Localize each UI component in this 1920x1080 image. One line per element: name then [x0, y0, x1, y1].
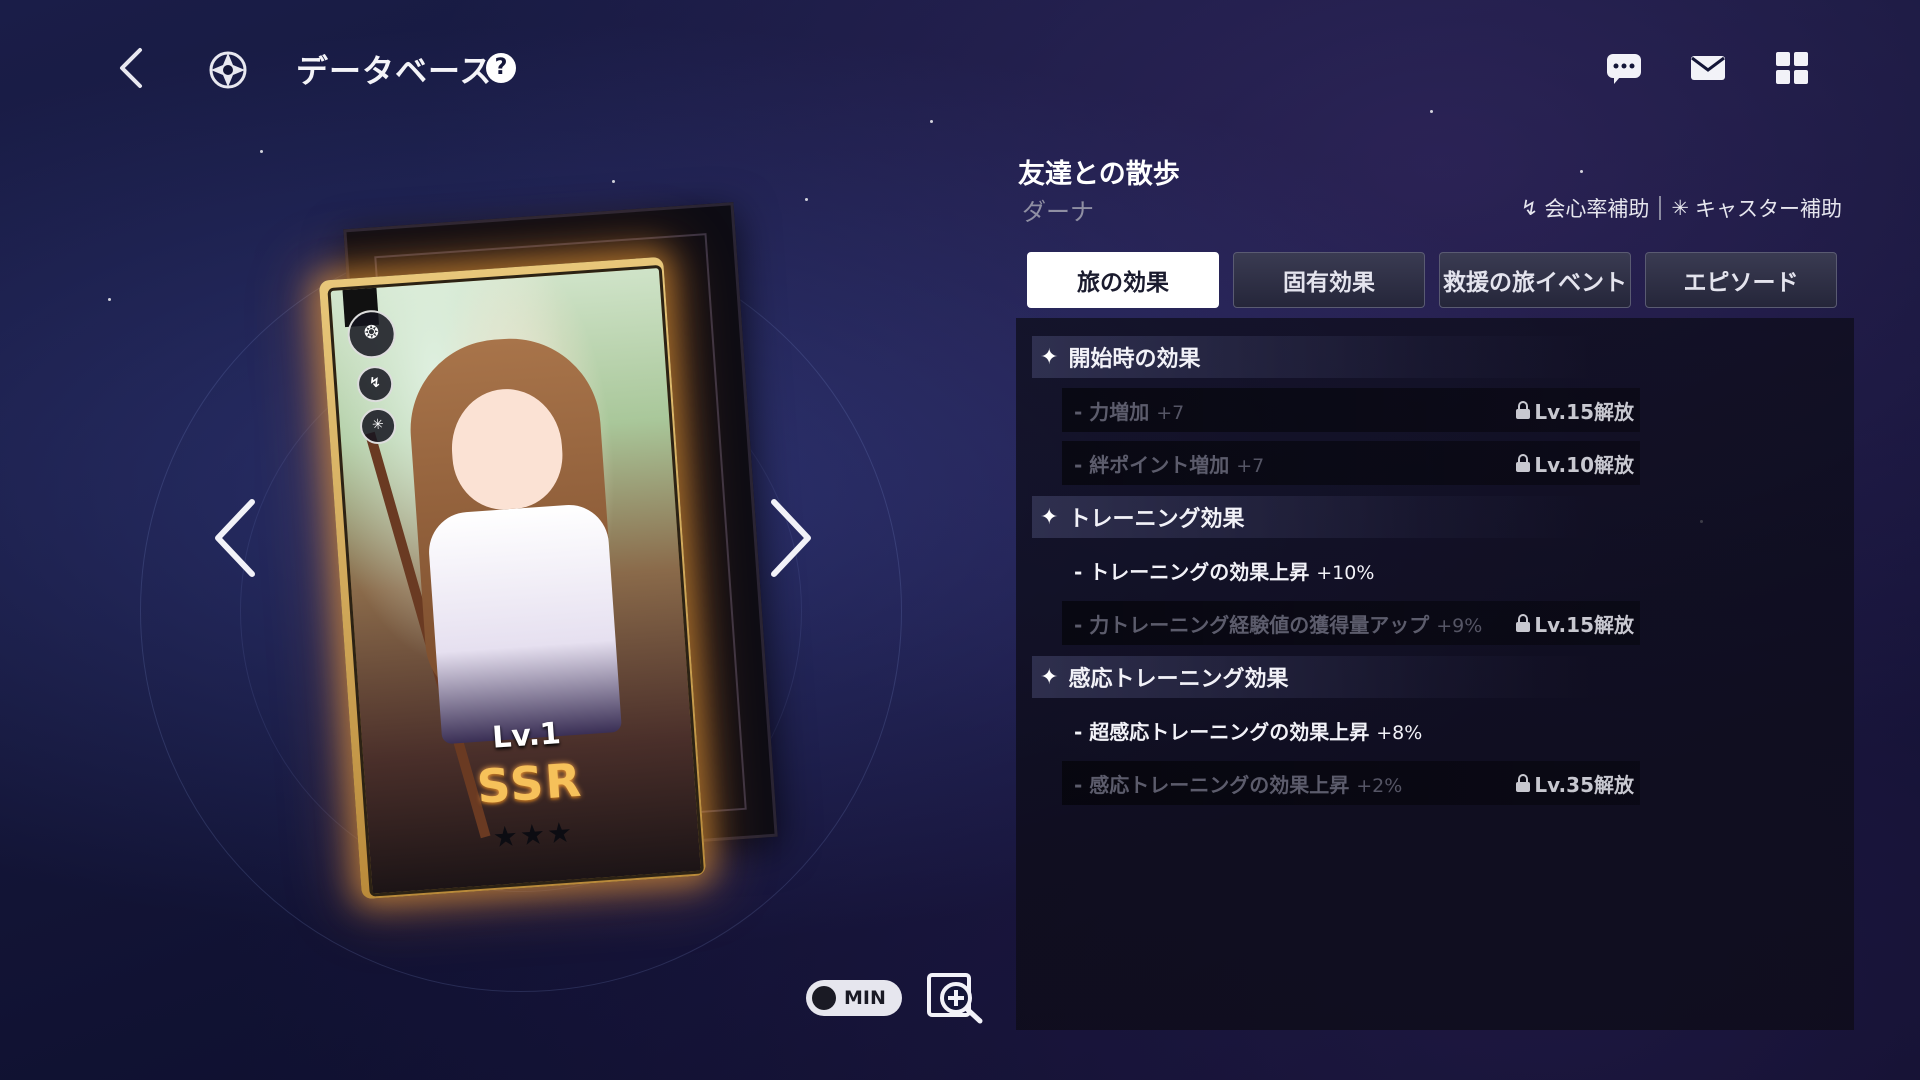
section-header: ✦ 開始時の効果 [1032, 336, 1592, 378]
character-name: ダーナ [1022, 198, 1094, 226]
effect-row: - 力増加 +7 Lv.15解放 [1062, 388, 1640, 432]
crit-rate-icon: ↯ [1520, 196, 1539, 220]
caster-icon: ✳ [1671, 196, 1689, 220]
card-tags: ↯ 会心率補助 ✳ キャスター補助 [1521, 193, 1842, 223]
attribute-emblem-icon: ❂ [346, 308, 398, 360]
crit-rate-icon: ↯ [355, 364, 395, 404]
tag-crit-support: ↯ 会心率補助 [1520, 196, 1650, 221]
effect-row: - 感応トレーニングの効果上昇 +2% Lv.35解放 [1062, 761, 1640, 805]
tag-divider [1659, 196, 1662, 220]
sparkle-icon: ✦ [1040, 664, 1059, 690]
effect-row: - 絆ポイント増加 +7 Lv.10解放 [1062, 441, 1640, 485]
toggle-label: MIN [844, 987, 886, 1009]
emblem-icon [209, 51, 247, 89]
menu-grid-icon[interactable] [1772, 48, 1812, 88]
lock-icon [1516, 774, 1531, 792]
effect-row: - 力トレーニング経験値の獲得量アップ +9% Lv.15解放 [1062, 601, 1640, 645]
chat-icon[interactable] [1604, 48, 1644, 88]
next-card-arrow-icon[interactable] [764, 498, 814, 578]
caster-icon: ✳ [358, 406, 398, 446]
sparkle-icon: ✦ [1040, 504, 1059, 530]
previous-card-arrow-icon[interactable] [212, 498, 262, 578]
card-art: ❂ ↯ ✳ Lv.1 SSR ★★★ [327, 264, 705, 897]
page-title: データベース [296, 52, 493, 90]
sparkle-icon: ✦ [1040, 344, 1059, 370]
lock-icon [1516, 614, 1531, 632]
support-card[interactable]: ❂ ↯ ✳ Lv.1 SSR ★★★ [318, 256, 707, 900]
card-title: 友達との散歩 [1018, 159, 1180, 190]
lock-icon [1516, 454, 1531, 472]
zoom-in-icon[interactable] [926, 972, 984, 1024]
lock-icon [1516, 401, 1531, 419]
effects-panel: ✦ 開始時の効果 - 力増加 +7 Lv.15解放 - 絆ポイント増加 +7 L… [1016, 318, 1854, 1030]
help-icon[interactable]: ? [486, 53, 516, 83]
level-toggle[interactable]: MIN [806, 980, 902, 1016]
effect-row: - 超感応トレーニングの効果上昇 +8% [1074, 719, 1423, 744]
tab-unique-effect[interactable]: 固有効果 [1233, 252, 1425, 308]
tab-episode[interactable]: エピソード [1645, 252, 1837, 308]
mail-icon[interactable] [1688, 48, 1728, 88]
detail-tabs: 旅の効果 固有効果 救援の旅イベント エピソード [1027, 252, 1837, 308]
back-button[interactable] [110, 44, 154, 92]
section-header: ✦ トレーニング効果 [1032, 496, 1592, 538]
tab-journey-effect[interactable]: 旅の効果 [1027, 252, 1219, 308]
section-header: ✦ 感応トレーニング効果 [1032, 656, 1592, 698]
effect-row: - トレーニングの効果上昇 +10% [1074, 559, 1375, 584]
tag-caster-support: ✳ キャスター補助 [1671, 196, 1842, 221]
tab-rescue-event[interactable]: 救援の旅イベント [1439, 252, 1631, 308]
top-bar: データベース ? [0, 0, 1920, 140]
toggle-knob [812, 986, 836, 1010]
chevron-left-icon [120, 48, 142, 88]
